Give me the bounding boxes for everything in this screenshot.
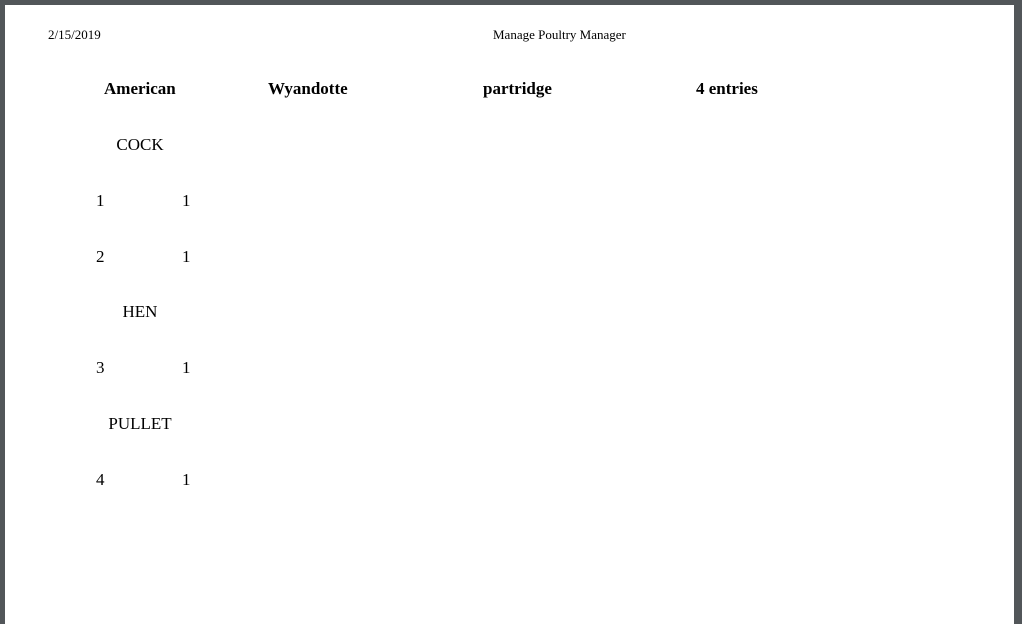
- section-label-pullet: PULLET: [108, 414, 172, 433]
- entry-number: 3: [96, 358, 105, 377]
- entries-count: 4 entries: [696, 79, 758, 98]
- breed-heading: Wyandotte: [268, 79, 348, 98]
- print-date: 2/15/2019: [48, 27, 101, 42]
- entry-quantity: 1: [182, 358, 191, 377]
- class-heading: American: [104, 79, 176, 98]
- variety-heading: partridge: [483, 79, 552, 98]
- entry-number: 4: [96, 470, 105, 489]
- print-title: Manage Poultry Manager: [493, 27, 626, 42]
- entry-number: 2: [96, 247, 105, 266]
- entry-quantity: 1: [182, 191, 191, 210]
- section-label-cock: COCK: [116, 135, 164, 154]
- section-label-hen: HEN: [122, 302, 158, 321]
- report-page: 2/15/2019 Manage Poultry Manager America…: [5, 5, 1014, 624]
- entry-quantity: 1: [182, 470, 191, 489]
- entry-number: 1: [96, 191, 105, 210]
- entry-quantity: 1: [182, 247, 191, 266]
